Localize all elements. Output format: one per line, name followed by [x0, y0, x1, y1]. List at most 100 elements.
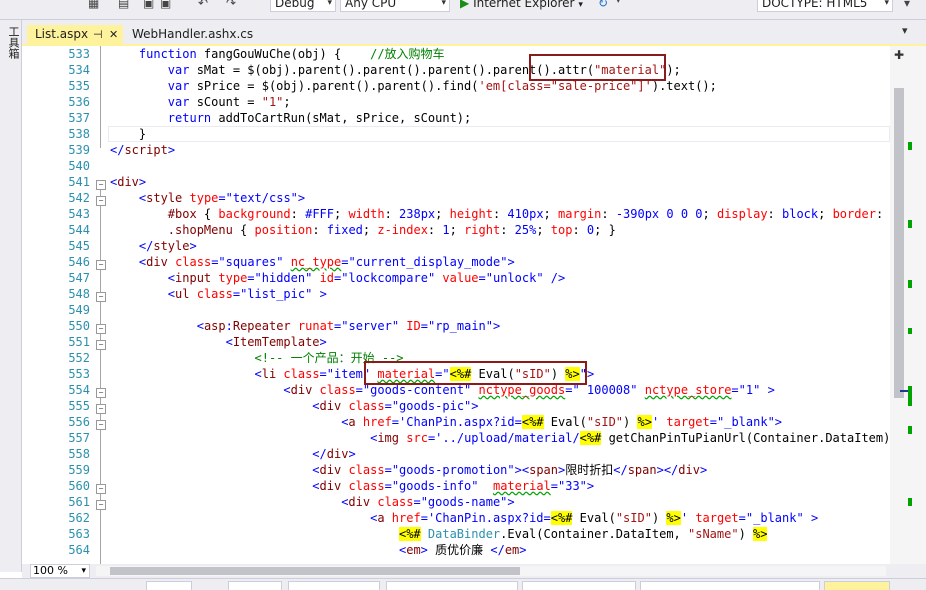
change-marker	[908, 426, 912, 434]
code-line: <div class="goods-name">	[341, 495, 515, 509]
line-number: 539	[68, 143, 90, 157]
new-project-icon[interactable]: ▦	[88, 0, 99, 10]
code-line: <div>	[110, 175, 147, 189]
line-number: 556	[68, 415, 90, 429]
collapse-icon[interactable]: −	[96, 484, 106, 494]
chevron-down-icon: ▾	[441, 0, 446, 8]
change-marker	[908, 142, 912, 150]
line-number: 564	[68, 543, 90, 557]
vertical-scroll-thumb[interactable]	[894, 88, 904, 398]
code-line: <a href='ChanPin.aspx?id=<%# Eval("sID")…	[370, 511, 819, 525]
line-number: 563	[68, 527, 90, 541]
horizontal-scroll-thumb[interactable]	[110, 567, 520, 575]
panel-tab-active[interactable]	[824, 581, 890, 590]
line-number: 555	[68, 399, 90, 413]
collapse-icon[interactable]: −	[96, 420, 106, 430]
panel-tab[interactable]	[522, 581, 636, 590]
panel-tab[interactable]	[146, 581, 192, 590]
code-line: <div class="squares" nc_type="current_di…	[138, 255, 515, 269]
line-number: 551	[68, 335, 90, 349]
panel-tab[interactable]	[228, 581, 282, 590]
pin-icon[interactable]: ⊣	[93, 25, 103, 44]
code-line: .shopMenu { position: fixed; z-index: 1;…	[167, 223, 616, 237]
tab-webhandler[interactable]: WebHandler.ashx.cs	[124, 25, 264, 44]
tab-label: WebHandler.ashx.cs	[132, 27, 254, 41]
line-number: 537	[68, 111, 90, 125]
line-number: 545	[68, 239, 90, 253]
toolbox-label[interactable]: 工具箱	[5, 26, 20, 59]
line-number: 548	[68, 287, 90, 301]
chevron-down-icon: ▾	[578, 0, 583, 10]
collapse-icon[interactable]: −	[96, 180, 106, 190]
zoom-dropdown[interactable]: 100 % ▾	[30, 564, 90, 578]
platform-value: Any CPU	[345, 0, 397, 10]
chevron-down-icon: ▾	[81, 566, 86, 576]
doctype-dropdown[interactable]: DOCTYPE: HTML5 ▾	[757, 0, 893, 12]
chevron-down-icon: ▾	[327, 0, 332, 8]
line-number: 541	[68, 175, 90, 189]
panel-tab[interactable]	[386, 581, 518, 590]
code-line: <img src='../upload/material/<%# getChan…	[110, 430, 890, 446]
refresh-icon[interactable]: ↻	[598, 0, 608, 10]
close-icon[interactable]: ✕	[109, 25, 118, 44]
code-line: <%# DataBinder.Eval(Container.DataItem, …	[398, 527, 768, 541]
code-line: <div class="goods-promotion"><span>限时折扣<…	[312, 463, 708, 477]
annotation-box-material	[364, 361, 587, 385]
redo-icon[interactable]: ↷	[226, 0, 236, 10]
change-marker	[908, 328, 912, 334]
collapse-icon[interactable]: −	[96, 404, 106, 414]
tab-list-dropdown-icon[interactable]: ▾	[902, 24, 908, 37]
line-number: 536	[68, 95, 90, 109]
collapse-icon[interactable]: −	[96, 260, 106, 270]
code-line: <a href='ChanPin.aspx?id=<%# Eval("sID")…	[341, 415, 783, 429]
lower-panel-strip	[0, 578, 926, 590]
configuration-dropdown[interactable]: Debug ▾	[270, 0, 336, 12]
code-line: return addToCartRun(sMat, sPrice, sCount…	[167, 111, 472, 125]
code-line: function fangGouWuChe(obj) { //放入购物车	[138, 47, 445, 61]
tab-list-aspx[interactable]: List.aspx ⊣ ✕	[27, 25, 123, 44]
collapse-icon[interactable]: −	[96, 340, 106, 350]
line-number: 538	[68, 127, 90, 141]
code-editor[interactable]: function fangGouWuChe(obj) { //放入购物车 var…	[108, 46, 890, 564]
change-tracking-bar	[900, 46, 926, 564]
outlining-margin: − − − − − − − − − − −	[94, 46, 108, 564]
collapse-icon[interactable]: −	[96, 292, 106, 302]
undo-icon[interactable]: ↶	[198, 0, 208, 10]
zoom-value: 100 %	[33, 564, 68, 577]
panel-tab[interactable]	[640, 581, 820, 590]
collapse-icon[interactable]: −	[96, 324, 106, 334]
line-number: 540	[68, 159, 90, 173]
code-line: <style type="text/css">	[138, 191, 306, 205]
change-marker	[908, 498, 912, 506]
split-window-icon[interactable]: ✚	[894, 48, 904, 62]
line-number: 560	[68, 479, 90, 493]
panel-tab[interactable]	[288, 581, 380, 590]
line-number-gutter: 533 534 535 536 537 538 539 540 541 542 543 544 545 5…	[22, 46, 94, 564]
line-number: 552	[68, 351, 90, 365]
save-icon[interactable]: ▣	[143, 0, 154, 10]
line-number: 543	[68, 207, 90, 221]
line-number: 547	[68, 271, 90, 285]
annotation-box-attr	[529, 54, 666, 81]
line-number: 553	[68, 367, 90, 381]
chevron-down-icon[interactable]: ▾	[616, 0, 621, 6]
code-line: <input type="hidden" id="lockcompare" va…	[167, 271, 566, 285]
collapse-icon[interactable]: −	[96, 388, 106, 398]
collapse-icon[interactable]: −	[96, 500, 106, 510]
change-marker	[908, 280, 912, 288]
collapse-icon[interactable]: −	[96, 196, 106, 206]
code-line: <div class="goods-pic">	[312, 399, 479, 413]
save-all-icon[interactable]: ▣	[160, 0, 171, 10]
toolbar-overflow-icon[interactable]: ▾	[904, 0, 910, 10]
toolbox-strip[interactable]	[0, 20, 22, 572]
start-debug-button[interactable]: ▶ Internet Explorer ▾	[460, 0, 583, 12]
line-number: 557	[68, 431, 90, 445]
code-line: #box { background: #FFF; width: 238px; h…	[167, 207, 890, 221]
configuration-value: Debug	[275, 0, 315, 10]
code-line: <asp:Repeater runat="server" ID="rp_main…	[196, 319, 501, 333]
open-file-icon[interactable]: ▤	[118, 0, 129, 10]
code-line: <ItemTemplate>	[225, 335, 327, 349]
doctype-value: DOCTYPE: HTML5	[762, 0, 868, 10]
platform-dropdown[interactable]: Any CPU ▾	[340, 0, 450, 12]
